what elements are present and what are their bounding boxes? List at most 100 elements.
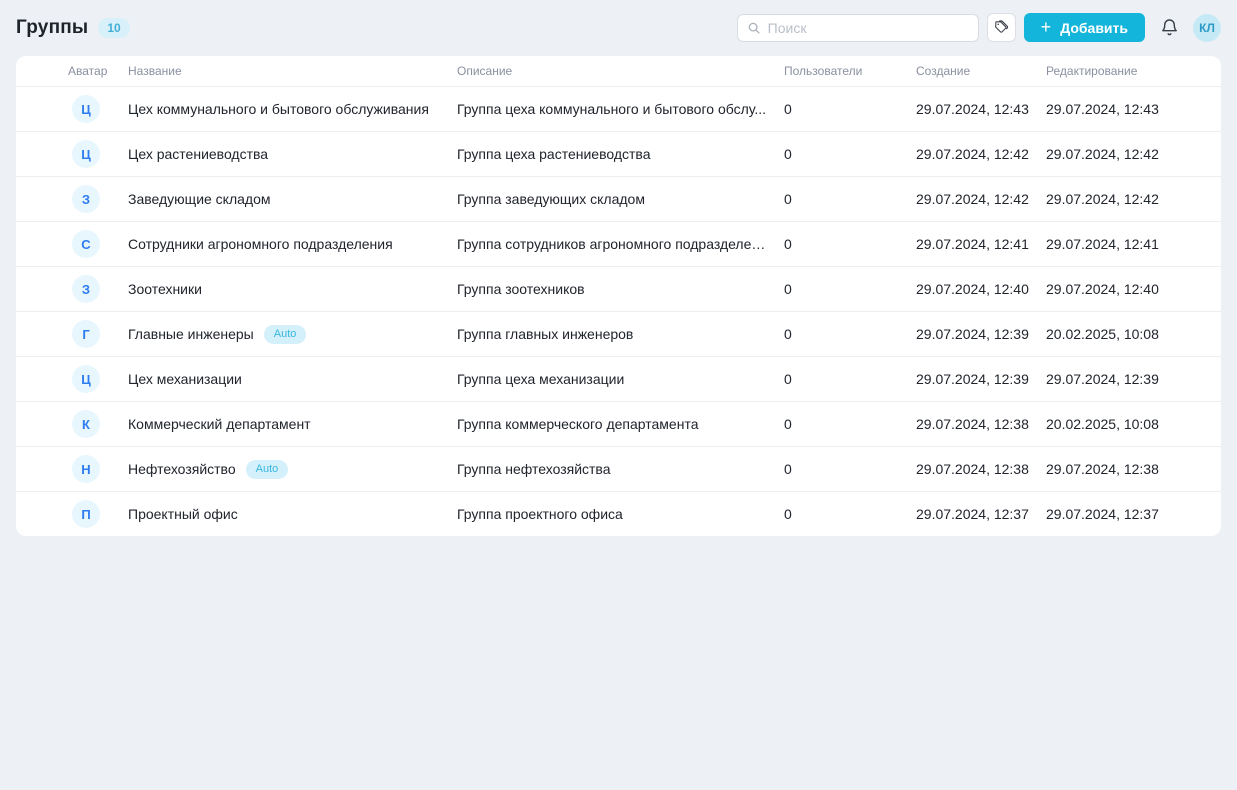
group-avatar: Ц [72, 365, 100, 393]
group-name-cell: Нефтехозяйство Auto [128, 460, 457, 479]
group-edited-date: 20.02.2025, 10:08 [1046, 416, 1221, 432]
group-edited-date: 20.02.2025, 10:08 [1046, 326, 1221, 342]
table-row[interactable]: З Зоотехники Группа зоотехников 0 29.07.… [16, 266, 1221, 311]
group-created-date: 29.07.2024, 12:38 [916, 461, 1046, 477]
top-bar: Группы 10 + Добавить [0, 0, 1237, 56]
avatar-cell: П [68, 500, 128, 528]
group-avatar: З [72, 185, 100, 213]
search-input[interactable] [768, 20, 969, 36]
group-name: Цех растениеводства [128, 146, 268, 162]
group-created-date: 29.07.2024, 12:43 [916, 101, 1046, 117]
group-edited-date: 29.07.2024, 12:38 [1046, 461, 1221, 477]
avatar-initial: З [82, 192, 90, 207]
group-name-cell: Цех коммунального и бытового обслуживани… [128, 101, 457, 117]
group-name-cell: Сотрудники агрономного подразделения [128, 236, 457, 252]
table-body: Ц Цех коммунального и бытового обслужива… [16, 86, 1221, 536]
tag-icon [993, 19, 1010, 36]
group-name: Заведующие складом [128, 191, 271, 207]
group-created-date: 29.07.2024, 12:39 [916, 326, 1046, 342]
avatar-cell: Г [68, 320, 128, 348]
auto-badge: Auto [264, 325, 307, 344]
avatar-initial: Ц [81, 102, 91, 117]
table-row[interactable]: Г Главные инженеры Auto Группа главных и… [16, 311, 1221, 356]
group-created-date: 29.07.2024, 12:38 [916, 416, 1046, 432]
group-edited-date: 29.07.2024, 12:43 [1046, 101, 1221, 117]
group-edited-date: 29.07.2024, 12:42 [1046, 146, 1221, 162]
avatar-initial: П [81, 507, 90, 522]
notifications-button[interactable] [1156, 15, 1182, 41]
column-header-edited: Редактирование [1046, 64, 1221, 78]
group-users-count: 0 [784, 461, 916, 477]
table-row[interactable]: Н Нефтехозяйство Auto Группа нефтехозяйс… [16, 446, 1221, 491]
group-name-cell: Цех растениеводства [128, 146, 457, 162]
group-avatar: П [72, 500, 100, 528]
group-users-count: 0 [784, 281, 916, 297]
page-title: Группы [16, 17, 88, 39]
group-edited-date: 29.07.2024, 12:40 [1046, 281, 1221, 297]
group-name-cell: Главные инженеры Auto [128, 325, 457, 344]
group-edited-date: 29.07.2024, 12:37 [1046, 506, 1221, 522]
group-description: Группа зоотехников [457, 281, 784, 297]
group-name: Проектный офис [128, 506, 238, 522]
table-row[interactable]: З Заведующие складом Группа заведующих с… [16, 176, 1221, 221]
group-avatar: Г [72, 320, 100, 348]
group-description: Группа проектного офиса [457, 506, 784, 522]
avatar-cell: Ц [68, 140, 128, 168]
group-edited-date: 29.07.2024, 12:42 [1046, 191, 1221, 207]
add-button-label: Добавить [1060, 20, 1128, 36]
avatar-cell: К [68, 410, 128, 438]
table-row[interactable]: Ц Цех механизации Группа цеха механизаци… [16, 356, 1221, 401]
avatar-initial: Ц [81, 147, 91, 162]
avatar-cell: З [68, 275, 128, 303]
avatar-cell: Н [68, 455, 128, 483]
group-name: Зоотехники [128, 281, 202, 297]
column-header-created: Создание [916, 64, 1046, 78]
group-name: Коммерческий департамент [128, 416, 311, 432]
column-header-avatar: Аватар [68, 64, 128, 78]
group-name: Главные инженеры [128, 326, 254, 342]
group-created-date: 29.07.2024, 12:42 [916, 191, 1046, 207]
avatar-initial: Ц [81, 372, 91, 387]
bell-icon [1160, 18, 1179, 37]
group-users-count: 0 [784, 506, 916, 522]
group-name: Сотрудники агрономного подразделения [128, 236, 393, 252]
group-name-cell: Проектный офис [128, 506, 457, 522]
search-icon [747, 21, 761, 35]
column-header-description: Описание [457, 64, 784, 78]
topbar-actions: + Добавить КЛ [737, 13, 1221, 42]
avatar-initial: Г [82, 327, 89, 342]
group-name: Цех коммунального и бытового обслуживани… [128, 101, 429, 117]
plus-icon: + [1041, 18, 1052, 36]
group-avatar: З [72, 275, 100, 303]
groups-count-badge: 10 [98, 18, 129, 38]
group-name: Нефтехозяйство [128, 461, 236, 477]
avatar-initial: С [81, 237, 90, 252]
table-row[interactable]: Ц Цех растениеводства Группа цеха растен… [16, 131, 1221, 176]
group-description: Группа цеха коммунального и бытового обс… [457, 101, 784, 117]
group-description: Группа цеха механизации [457, 371, 784, 387]
group-name: Цех механизации [128, 371, 242, 387]
avatar-cell: С [68, 230, 128, 258]
add-button[interactable]: + Добавить [1024, 13, 1145, 42]
group-users-count: 0 [784, 101, 916, 117]
avatar-cell: З [68, 185, 128, 213]
search-box[interactable] [737, 14, 979, 42]
avatar-initial: К [82, 417, 90, 432]
group-name-cell: Заведующие складом [128, 191, 457, 207]
group-users-count: 0 [784, 371, 916, 387]
group-edited-date: 29.07.2024, 12:41 [1046, 236, 1221, 252]
group-name-cell: Зоотехники [128, 281, 457, 297]
group-created-date: 29.07.2024, 12:41 [916, 236, 1046, 252]
user-avatar[interactable]: КЛ [1193, 14, 1221, 42]
table-header-row: Аватар Название Описание Пользователи Со… [16, 56, 1221, 86]
tags-button[interactable] [987, 13, 1016, 42]
group-description: Группа коммерческого департамента [457, 416, 784, 432]
table-row[interactable]: К Коммерческий департамент Группа коммер… [16, 401, 1221, 446]
table-row[interactable]: Ц Цех коммунального и бытового обслужива… [16, 86, 1221, 131]
group-name-cell: Коммерческий департамент [128, 416, 457, 432]
table-row[interactable]: П Проектный офис Группа проектного офиса… [16, 491, 1221, 536]
group-avatar: С [72, 230, 100, 258]
table-row[interactable]: С Сотрудники агрономного подразделения Г… [16, 221, 1221, 266]
group-avatar: Ц [72, 140, 100, 168]
avatar-initial: Н [81, 462, 90, 477]
